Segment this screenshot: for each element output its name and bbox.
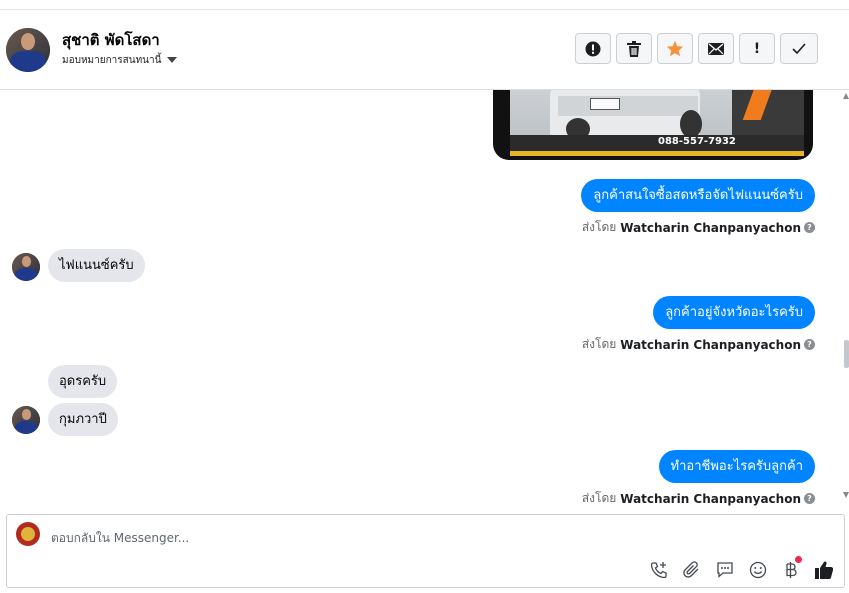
attached-image[interactable]: 088-557-7932 [493, 90, 813, 160]
contact-avatar[interactable] [6, 28, 50, 72]
sent-by-line: ส่งโดย Watcharin Chanpanyachon? [582, 489, 815, 507]
envelope-icon [708, 42, 724, 55]
reply-composer[interactable]: ตอบกลับใน Messenger... [6, 514, 845, 588]
like-button[interactable] [813, 559, 834, 580]
message-text: กุมภวาปี [59, 412, 107, 427]
payment-button[interactable] [780, 556, 802, 580]
message-outgoing[interactable]: ลูกค้าอยู่จังหวัดอะไรครับ [653, 296, 815, 329]
sent-by-label: ส่งโดย [581, 220, 617, 234]
delete-button[interactable] [616, 33, 652, 64]
conversation-header: สุชาติ พัดโสดา มอบหมายการสนทนานี้ ! [0, 10, 849, 90]
reply-input[interactable]: ตอบกลับใน Messenger... [51, 529, 189, 548]
contact-avatar-small[interactable] [12, 406, 40, 434]
chat-bubble-icon [716, 561, 733, 578]
sender-name[interactable]: Watcharin Chanpanyachon [620, 492, 801, 506]
phone-plus-icon [650, 561, 667, 578]
saved-replies-button[interactable] [714, 559, 735, 580]
header-actions: ! [575, 33, 818, 64]
contact-avatar-small[interactable] [12, 253, 40, 281]
sent-by-line: ส่งโดย Watcharin Chanpanyachon? [582, 335, 815, 354]
message-text: ลูกค้าสนใจซื้อสดหรือจัดไฟแนนซ์ครับ [593, 188, 803, 203]
star-button[interactable] [657, 33, 693, 64]
message-incoming[interactable]: อุดรครับ [48, 365, 118, 398]
mark-spam-button[interactable] [575, 33, 611, 64]
follow-up-button[interactable]: ! [739, 33, 775, 64]
scrollbar-thumb[interactable] [844, 340, 849, 368]
message-incoming[interactable]: ไฟแนนซ์ครับ [48, 249, 145, 282]
message-text: ไฟแนนซ์ครับ [59, 258, 134, 273]
mark-done-button[interactable] [780, 33, 818, 64]
page-avatar [16, 522, 40, 546]
message-thread[interactable]: 088-557-7932 ลูกค้าสนใจซื้อสดหรือจัดไฟแน… [0, 90, 849, 507]
scroll-down-icon[interactable] [843, 492, 849, 498]
notification-dot [795, 556, 802, 563]
baht-icon [785, 561, 797, 578]
assign-conversation-dropdown[interactable]: มอบหมายการสนทนานี้ [62, 53, 178, 68]
alert-circle-icon [585, 41, 601, 56]
sent-by-label: ส่งโดย [581, 491, 617, 505]
trash-icon [627, 40, 641, 57]
photo-phone-text: 088-557-7932 [658, 136, 736, 147]
message-text: ทำอาชีพอะไรครับลูกค้า [670, 459, 803, 474]
message-text: ลูกค้าอยู่จังหวัดอะไรครับ [665, 305, 803, 320]
check-icon [792, 43, 806, 54]
message-outgoing[interactable]: ทำอาชีพอะไรครับลูกค้า [658, 450, 815, 483]
star-icon [666, 40, 684, 57]
contact-name[interactable]: สุชาติ พัดโสดา [62, 28, 160, 52]
paperclip-icon [682, 560, 698, 578]
smiley-icon [749, 561, 766, 578]
exclamation-icon: ! [753, 40, 761, 57]
message-text: อุดรครับ [59, 374, 107, 389]
sent-by-label: ส่งโดย [581, 337, 617, 351]
scroll-up-icon[interactable] [843, 93, 849, 99]
help-icon[interactable]: ? [804, 339, 815, 350]
sent-by-line: ส่งโดย Watcharin Chanpanyachon? [582, 218, 815, 237]
message-incoming[interactable]: กุมภวาปี [48, 403, 118, 436]
thumbs-up-icon [814, 561, 833, 579]
composer-tools [648, 556, 834, 580]
help-icon[interactable]: ? [804, 493, 815, 504]
attach-button[interactable] [681, 559, 702, 580]
sender-name[interactable]: Watcharin Chanpanyachon [620, 338, 801, 352]
help-icon[interactable]: ? [804, 222, 815, 233]
emoji-button[interactable] [747, 559, 768, 580]
call-button[interactable] [648, 559, 669, 580]
mark-unread-button[interactable] [698, 33, 734, 64]
caret-down-icon [167, 57, 178, 63]
thread-scrollbar[interactable] [843, 90, 849, 507]
message-outgoing[interactable]: ลูกค้าสนใจซื้อสดหรือจัดไฟแนนซ์ครับ [581, 179, 815, 212]
assign-label: มอบหมายการสนทนานี้ [62, 55, 162, 66]
sender-name[interactable]: Watcharin Chanpanyachon [620, 221, 801, 235]
